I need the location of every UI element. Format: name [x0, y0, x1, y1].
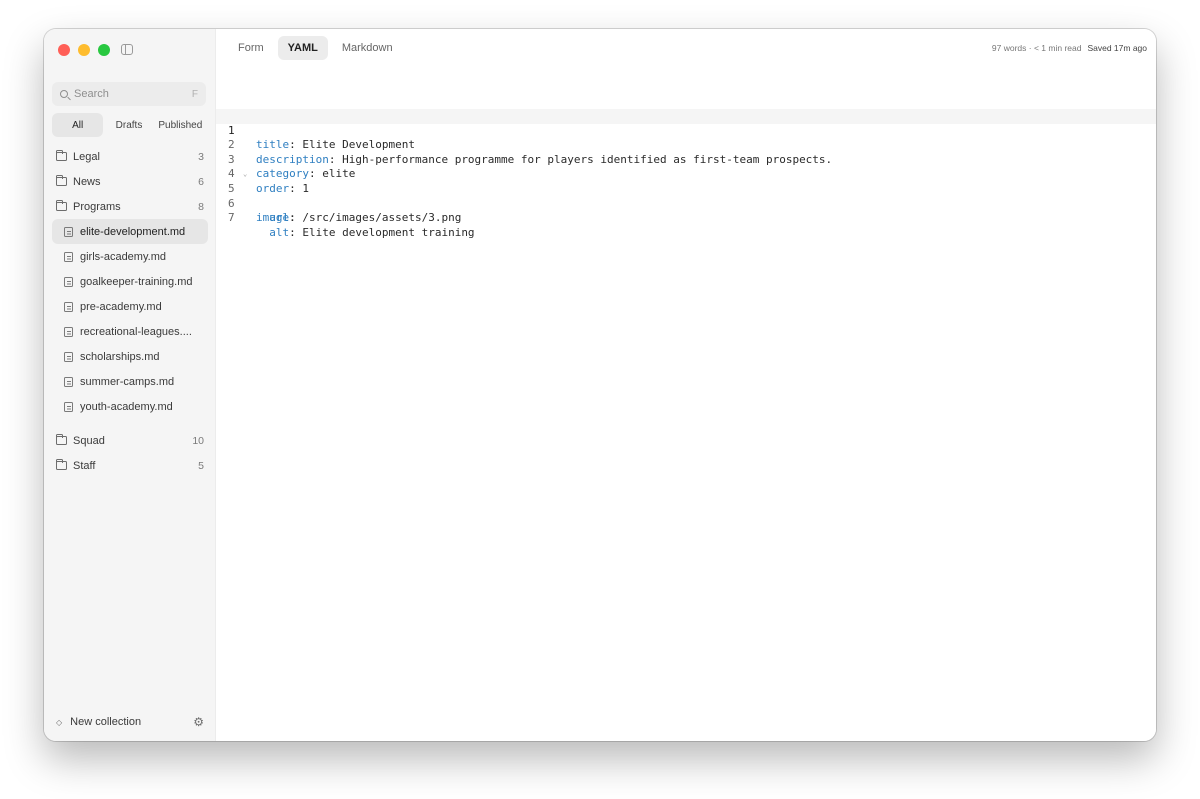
filter-published[interactable]: Published: [155, 113, 206, 137]
sidebar-toggle-icon[interactable]: [121, 44, 133, 55]
search-icon: [60, 90, 68, 98]
file-label: summer-camps.md: [80, 375, 175, 388]
file-label: scholarships.md: [80, 350, 160, 363]
yaml-key: url: [269, 211, 290, 225]
file-label: elite-development.md: [80, 225, 186, 238]
folder-squad[interactable]: Squad 10: [52, 428, 208, 453]
folder-legal[interactable]: Legal 3: [52, 144, 208, 169]
document-status: 97 words · < 1 min read Saved 17m ago: [992, 43, 1147, 53]
minimize-window-button[interactable]: [78, 44, 90, 56]
folder-count: 3: [198, 150, 204, 163]
folder-label: Programs: [73, 200, 121, 213]
search-shortcut-hint: F: [191, 88, 198, 100]
file-label: pre-academy.md: [80, 300, 162, 313]
file-label: goalkeeper-training.md: [80, 275, 193, 288]
line-number: 7: [228, 211, 235, 225]
editor-pane: Form YAML Markdown 97 words · < 1 min re…: [216, 29, 1156, 741]
word-count-status: 97 words · < 1 min read: [991, 43, 1082, 53]
sidebar: F All Drafts Published Legal 3 News 6 Pr…: [44, 29, 216, 741]
file-label: recreational-leagues....: [80, 325, 192, 338]
search-input[interactable]: [74, 88, 192, 100]
saved-status: Saved 17m ago: [1087, 43, 1147, 53]
file-icon: [64, 326, 73, 337]
file-item-summer-camps[interactable]: summer-camps.md: [52, 369, 208, 394]
new-collection-button[interactable]: New collection: [70, 716, 141, 728]
folder-open-icon: [56, 200, 67, 211]
code-line[interactable]: 7 alt: Elite development training: [216, 197, 1156, 239]
folder-label: Staff: [73, 459, 96, 472]
folder-count: 10: [192, 434, 204, 447]
app-window: F All Drafts Published Legal 3 News 6 Pr…: [44, 29, 1156, 741]
file-label: youth-academy.md: [80, 400, 173, 413]
folder-label: Legal: [73, 150, 100, 163]
yaml-key: alt: [269, 225, 290, 239]
file-icon: [64, 401, 73, 412]
view-tabs: Form YAML Markdown: [228, 36, 403, 60]
fold-chevron-icon[interactable]: ⌄: [243, 167, 247, 182]
folder-label: News: [73, 175, 101, 188]
file-item-youth-academy[interactable]: youth-academy.md: [52, 394, 208, 419]
code-text: alt: Elite development training: [256, 225, 475, 241]
file-item-scholarships[interactable]: scholarships.md: [52, 344, 208, 369]
file-item-elite-development[interactable]: elite-development.md: [52, 219, 208, 244]
folder-count: 5: [198, 459, 204, 472]
yaml-value: Elite development training: [295, 225, 475, 239]
file-icon: [64, 301, 73, 312]
close-window-button[interactable]: [58, 44, 70, 56]
tab-markdown[interactable]: Markdown: [332, 36, 403, 60]
folder-count: 6: [198, 175, 204, 188]
file-label: girls-academy.md: [80, 250, 166, 263]
filter-drafts[interactable]: Drafts: [103, 113, 154, 137]
file-icon: [64, 376, 73, 387]
code-line[interactable]: 2 description: High-performance programm…: [216, 124, 1156, 166]
file-icon: [64, 351, 73, 362]
file-icon: [64, 226, 73, 237]
file-icon: [64, 251, 73, 262]
yaml-editor[interactable]: 1 title: Elite Development 2 description…: [216, 109, 1156, 239]
code-line[interactable]: 6 url: /src/images/assets/3.png: [216, 182, 1156, 225]
folder-label: Squad: [73, 434, 105, 447]
maximize-window-button[interactable]: [98, 44, 110, 56]
code-text: url: /src/images/assets/3.png: [256, 211, 461, 226]
search-box[interactable]: F: [52, 82, 206, 106]
code-line[interactable]: 3 category: elite: [216, 138, 1156, 181]
file-item-pre-academy[interactable]: pre-academy.md: [52, 294, 208, 319]
window-controls: [58, 44, 110, 56]
folder-icon: [56, 459, 67, 470]
code-line[interactable]: 5 ⌄ image:: [216, 167, 1156, 224]
sidebar-footer: ◇ New collection ⚙: [52, 711, 208, 733]
filter-all[interactable]: All: [52, 113, 104, 137]
file-item-girls-academy[interactable]: girls-academy.md: [52, 244, 208, 269]
folder-news[interactable]: News 6: [52, 169, 208, 194]
code-line[interactable]: 4 order: 1: [216, 153, 1156, 195]
gear-icon[interactable]: ⚙: [193, 715, 204, 729]
folder-count: 8: [198, 200, 204, 213]
filter-segmented-control: All Drafts Published: [52, 113, 206, 137]
folder-icon: [56, 175, 67, 186]
folder-staff[interactable]: Staff 5: [52, 453, 208, 478]
folder-icon: [56, 434, 67, 445]
file-icon: [64, 276, 73, 287]
folder-programs[interactable]: Programs 8: [52, 194, 208, 219]
tab-yaml[interactable]: YAML: [277, 36, 328, 60]
file-item-goalkeeper-training[interactable]: goalkeeper-training.md: [52, 269, 208, 294]
tab-form[interactable]: Form: [228, 36, 274, 60]
file-item-recreational-leagues[interactable]: recreational-leagues....: [52, 319, 208, 344]
yaml-value: /src/images/assets/3.png: [295, 211, 462, 225]
code-line[interactable]: 1 title: Elite Development: [216, 109, 1156, 151]
folder-icon: [56, 150, 67, 161]
chevron-up-down-icon[interactable]: ◇: [56, 718, 62, 727]
collection-tree: Legal 3 News 6 Programs 8 elite-developm…: [52, 144, 208, 478]
